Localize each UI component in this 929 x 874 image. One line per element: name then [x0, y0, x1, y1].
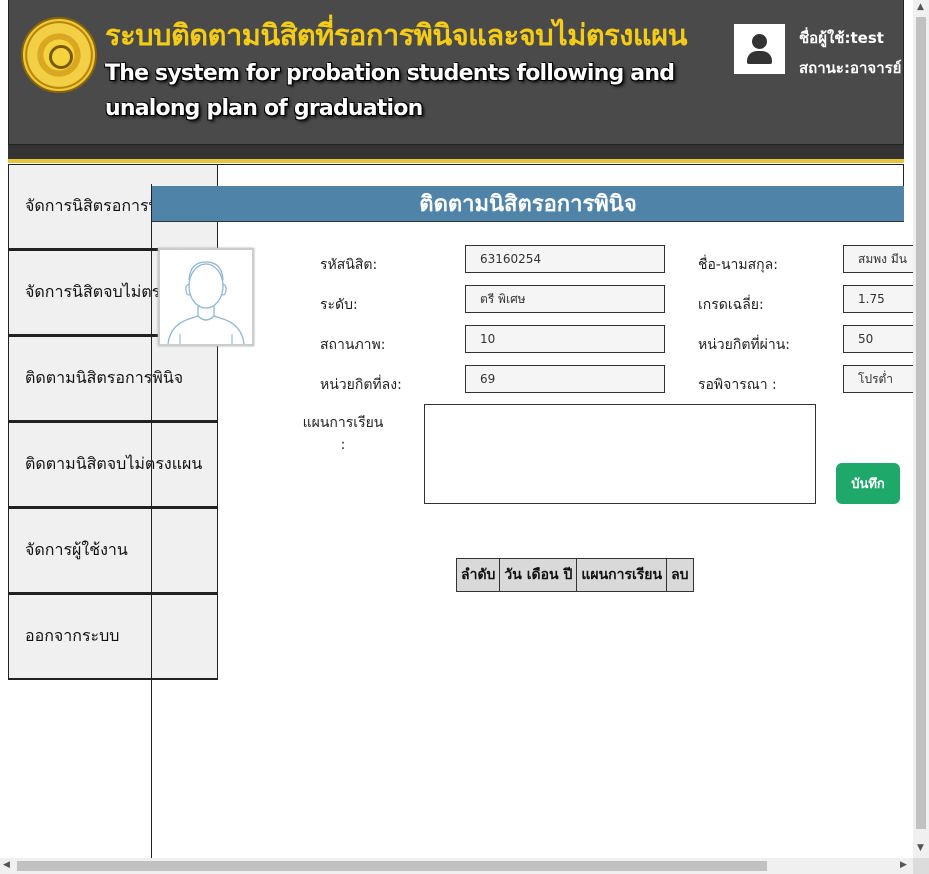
study-plan-textarea[interactable]: [424, 404, 816, 504]
scroll-down-arrow-icon[interactable]: ▼: [917, 843, 924, 853]
gpa-field[interactable]: 1.75: [843, 285, 913, 313]
user-status-label: สถานะ:อาจารย์: [799, 59, 902, 77]
system-title-thai: ระบบติดตามนิสิตที่รอการพินิจและจบไม่ตรงแ…: [105, 18, 687, 52]
name-label: ชื่อ-นามสกุล:: [698, 257, 778, 273]
column-header-delete: ลบ: [666, 558, 694, 592]
gpa-label: เกรดเฉลี่ย:: [698, 297, 764, 313]
divider: [151, 184, 152, 858]
student-id-field[interactable]: 63160254: [465, 245, 665, 273]
column-header-plan: แผนการเรียน: [576, 558, 668, 592]
study-plan-label: แผนการเรียน :: [302, 415, 384, 453]
user-icon: [752, 34, 767, 49]
vertical-scroll-thumb[interactable]: [916, 17, 926, 829]
sidebar-item-track-probation[interactable]: ติดตามนิสิตรอการพินิจ: [8, 336, 218, 422]
sidebar-item-logout[interactable]: ออกจากระบบ: [8, 594, 218, 680]
header-bar: ระบบติดตามนิสิตที่รอการพินิจและจบไม่ตรงแ…: [8, 0, 904, 145]
sidebar-item-track-off-plan[interactable]: ติดตามนิสิตจบไม่ตรงแผน: [8, 422, 218, 508]
credits-passed-label: หน่วยกิตที่ผ่าน:: [698, 337, 791, 353]
system-title-english: The system for probation students follow…: [105, 61, 675, 121]
sidebar-item-label: ติดตามนิสิตจบไม่ตรงแผน: [25, 454, 203, 473]
scrollbar-corner: [913, 858, 929, 874]
sidebar-item-manage-users[interactable]: จัดการผู้ใช้งาน: [8, 508, 218, 594]
credits-enrolled-label: หน่วยกิตที่ลง:: [320, 377, 402, 393]
save-button[interactable]: บันทึก: [836, 463, 900, 504]
horizontal-scrollbar[interactable]: ◀ ▶: [0, 858, 913, 874]
consideration-label: รอพิจารณา :: [698, 377, 777, 393]
credits-passed-field[interactable]: 50: [843, 325, 913, 353]
sidebar-item-label: ออกจากระบบ: [25, 626, 120, 645]
level-label: ระดับ:: [320, 297, 358, 313]
name-field[interactable]: สมพง มีน: [843, 245, 913, 273]
header-accent-line: [8, 159, 904, 163]
student-placeholder-icon: [158, 248, 254, 346]
panel-title: ติดตามนิสิตรอการพินิจ: [152, 186, 904, 222]
study-plan-table: ลำดับ วัน เดือน ปี แผนการเรียน ลบ: [455, 558, 694, 592]
scroll-right-arrow-icon[interactable]: ▶: [900, 860, 907, 870]
sidebar-menu: จัดการนิสิตรอการพินิจ จัดการนิสิตจบไม่ตร…: [8, 164, 218, 680]
level-field[interactable]: ตรี พิเศษ: [465, 285, 665, 313]
column-header-date: วัน เดือน ปี: [499, 558, 578, 592]
status-field[interactable]: 10: [465, 325, 665, 353]
sidebar-item-label: จัดการผู้ใช้งาน: [25, 540, 128, 559]
status-label: สถานภาพ:: [320, 337, 386, 353]
header-strip: [8, 145, 904, 159]
divider: [218, 164, 904, 165]
column-header-order: ลำดับ: [455, 558, 501, 592]
username-label: ชื่อผู้ใช้:test: [799, 29, 884, 47]
scroll-up-arrow-icon[interactable]: ▲: [917, 2, 924, 12]
consideration-select[interactable]: โปรต่ำ: [843, 365, 913, 393]
page-viewport: ระบบติดตามนิสิตที่รอการพินิจและจบไม่ตรงแ…: [0, 0, 913, 858]
vertical-scrollbar[interactable]: ▲ ▼: [913, 0, 929, 858]
credits-enrolled-field[interactable]: 69: [465, 365, 665, 393]
horizontal-scroll-thumb[interactable]: [17, 861, 767, 871]
student-id-label: รหัสนิสิต:: [320, 257, 378, 273]
user-avatar[interactable]: [734, 24, 785, 74]
university-seal-icon: [21, 17, 97, 93]
sidebar-item-label: ติดตามนิสิตรอการพินิจ: [25, 368, 184, 387]
scroll-left-arrow-icon[interactable]: ◀: [3, 860, 10, 870]
